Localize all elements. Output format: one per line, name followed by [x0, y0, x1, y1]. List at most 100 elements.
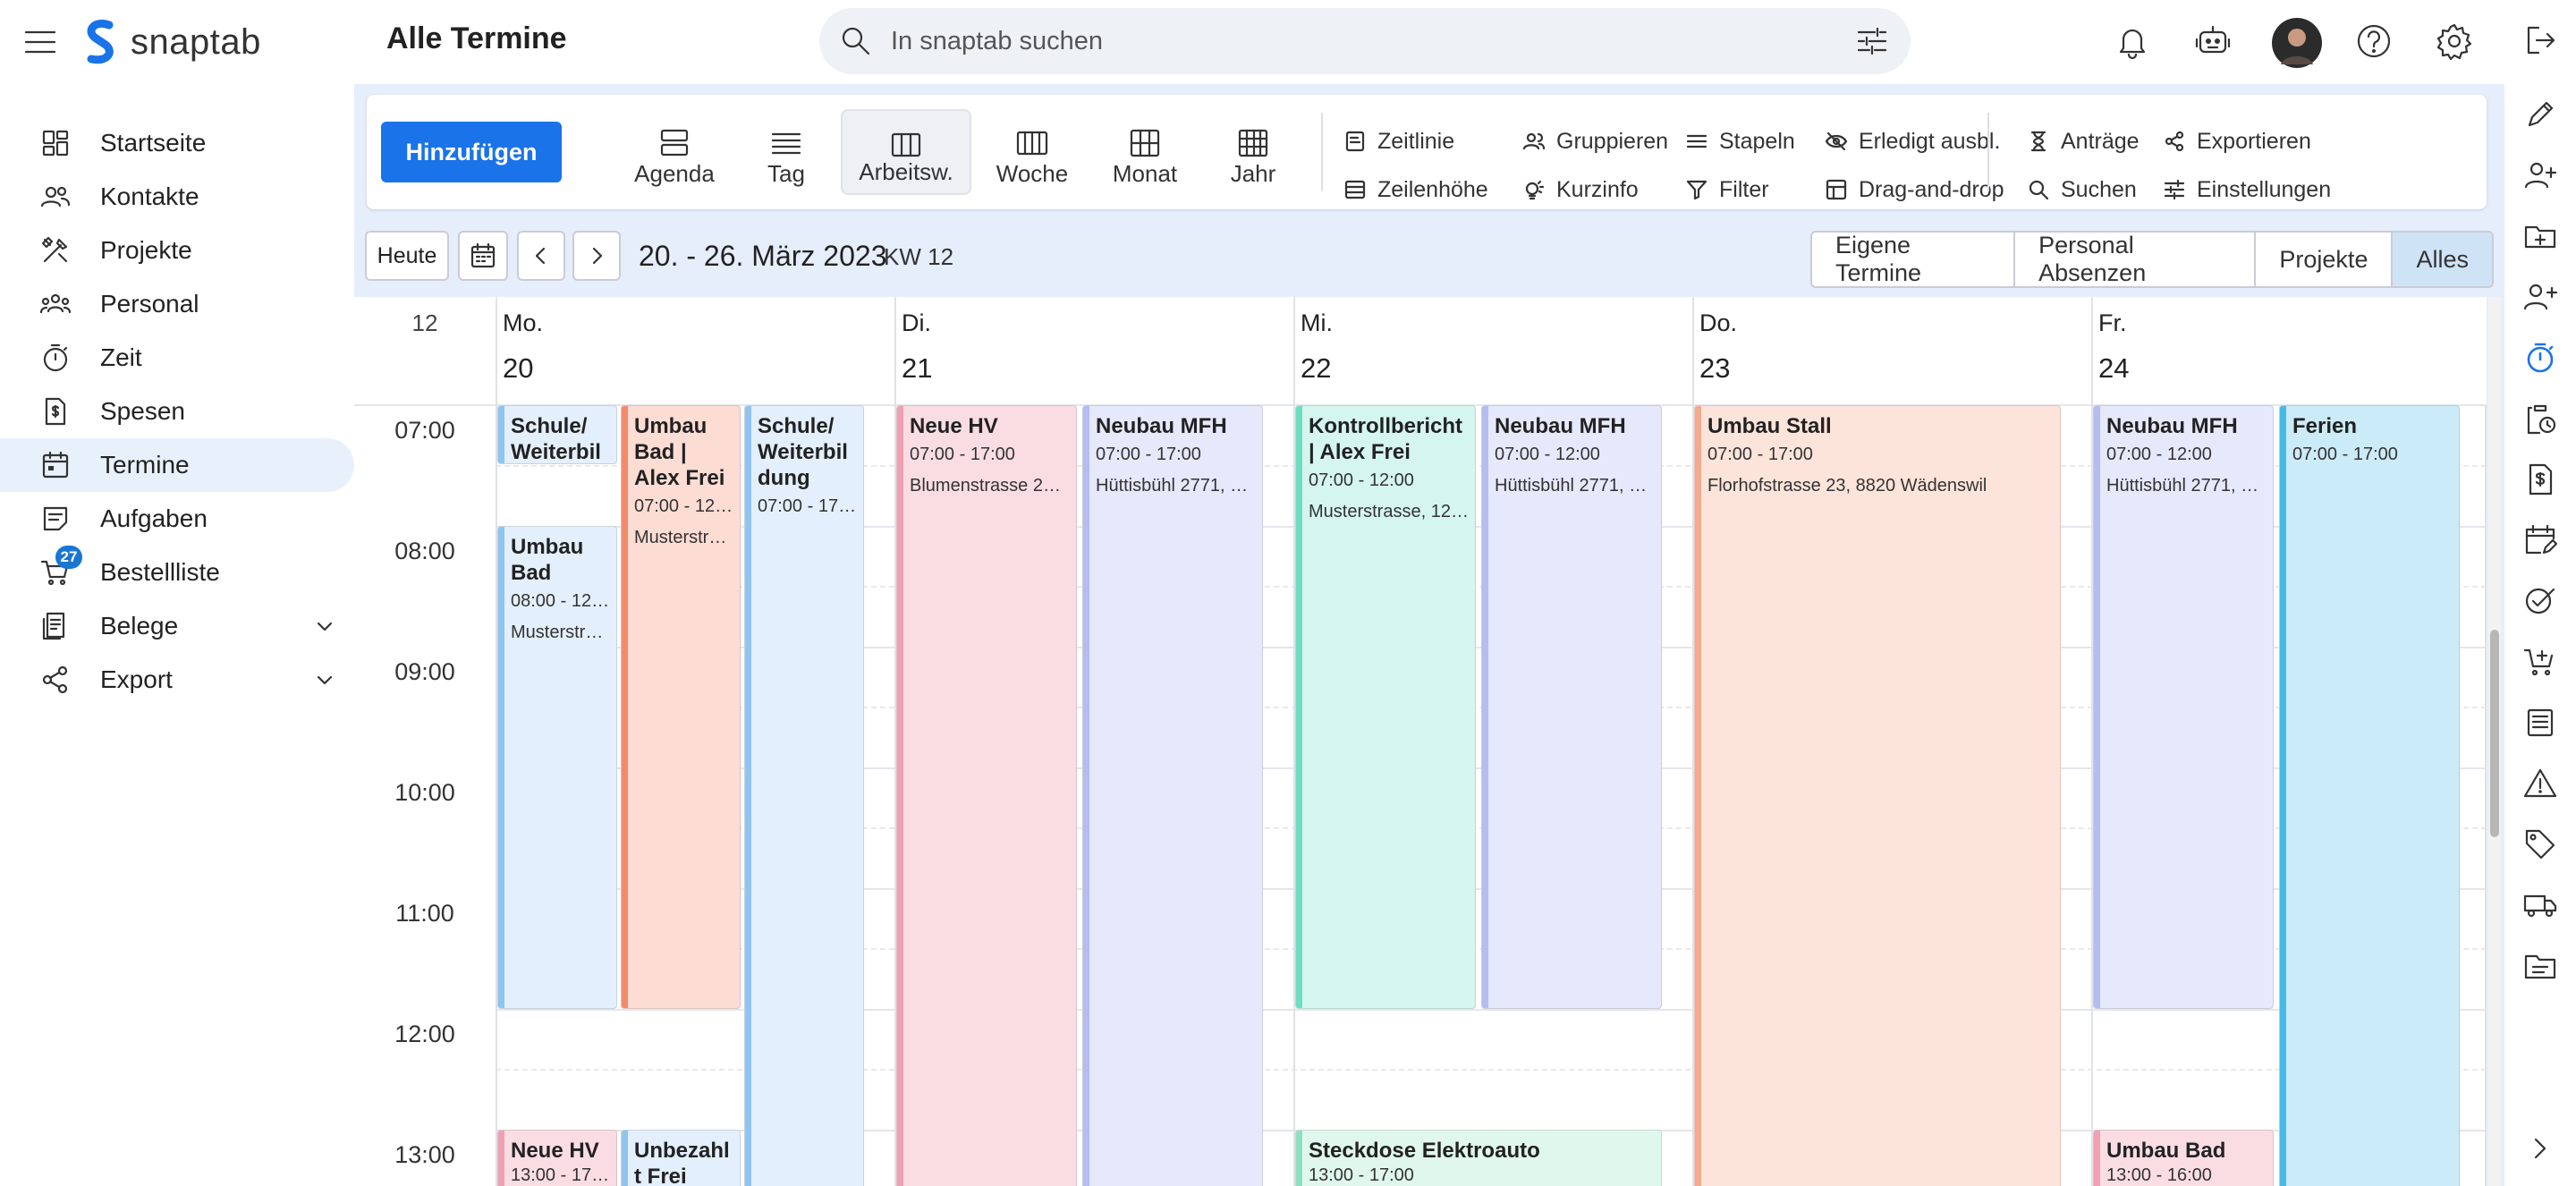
- filter-alles[interactable]: Alles: [2393, 233, 2492, 286]
- view-jahr[interactable]: Jahr: [1204, 109, 1302, 195]
- menu-icon[interactable]: [20, 21, 61, 63]
- chevron-down-icon[interactable]: [313, 615, 336, 639]
- day-header-wednesday[interactable]: Mi. 22: [1293, 297, 1692, 406]
- today-button[interactable]: Heute: [365, 231, 449, 281]
- event-card[interactable]: Neue HV 07:00 - 17:00 Blumenstrasse 2…: [896, 405, 1077, 1186]
- event-title: Umbau Bad: [511, 535, 584, 585]
- option-einstellungen[interactable]: Einstellungen: [2163, 174, 2331, 206]
- view-label: Agenda: [634, 160, 715, 187]
- view-label: Woche: [996, 160, 1069, 187]
- chevron-down-icon[interactable]: [313, 669, 336, 692]
- option-filter[interactable]: Filter: [1685, 174, 1769, 206]
- option-erledigt-ausblenden[interactable]: Erledigt ausbl.: [1825, 125, 2000, 157]
- option-stapeln[interactable]: Stapeln: [1685, 125, 1795, 157]
- option-zeilenhoehe[interactable]: Zeilenhöhe: [1343, 174, 1488, 206]
- event-card[interactable]: Umbau Bad 08:00 - 12:… Musterstr…: [497, 526, 617, 1009]
- option-gruppieren[interactable]: Gruppieren: [1522, 125, 1668, 157]
- date-picker-button[interactable]: [458, 231, 508, 281]
- add-cart-icon[interactable]: [2522, 644, 2558, 680]
- view-arbeitswoche[interactable]: Arbeitsw.: [841, 109, 971, 195]
- robot-icon[interactable]: [2191, 20, 2234, 63]
- receipt-icon[interactable]: [2522, 462, 2558, 497]
- avatar[interactable]: [2272, 18, 2322, 68]
- day-header-monday[interactable]: Mo. 20: [496, 297, 894, 406]
- sidebar-item-zeit[interactable]: Zeit: [0, 331, 354, 385]
- search-input[interactable]: [891, 8, 1785, 74]
- sidebar-item-startseite[interactable]: Startseite: [0, 116, 354, 170]
- sidebar-item-label: Termine: [100, 451, 190, 479]
- task-check-icon[interactable]: [2522, 583, 2558, 619]
- event-color-bar: [622, 1131, 628, 1186]
- prev-week-button[interactable]: [517, 231, 565, 281]
- chevron-right-icon[interactable]: [2522, 1131, 2558, 1166]
- view-agenda[interactable]: Agenda: [619, 109, 730, 195]
- event-card[interactable]: Neue HV 13:00 - 17:…: [497, 1130, 617, 1186]
- day-header-tuesday[interactable]: Di. 21: [894, 297, 1293, 406]
- option-drag-and-drop[interactable]: Drag-and-drop: [1825, 174, 2004, 206]
- sidebar-item-projekte[interactable]: Projekte: [0, 224, 354, 277]
- event-color-bar: [498, 406, 504, 463]
- warning-icon[interactable]: [2522, 766, 2558, 801]
- event-card[interactable]: Umbau Stall 07:00 - 17:00 Florhofstrasse…: [1694, 405, 2061, 1186]
- folder-list-icon[interactable]: [2522, 948, 2558, 984]
- sidebar-item-kontakte[interactable]: Kontakte: [0, 170, 354, 224]
- event-card[interactable]: Unbezahl t Frei: [621, 1130, 741, 1186]
- truck-icon[interactable]: [2522, 887, 2558, 923]
- event-title: Neue HV: [910, 414, 998, 438]
- view-woche[interactable]: Woche: [979, 109, 1086, 195]
- option-zeitlinie[interactable]: Zeitlinie: [1343, 125, 1454, 157]
- next-week-button[interactable]: [572, 231, 621, 281]
- event-color-bar: [1296, 406, 1302, 1008]
- event-card[interactable]: Neubau MFH 07:00 - 17:00 Hüttisbühl 2771…: [1082, 405, 1263, 1186]
- sidebar-item-belege[interactable]: Belege: [0, 599, 354, 653]
- event-card[interactable]: Umbau Bad 13:00 - 16:00: [2093, 1130, 2274, 1186]
- edit-icon[interactable]: [2522, 97, 2558, 132]
- filter-personal-absenzen[interactable]: Personal Absenzen: [2015, 233, 2257, 286]
- clipboard-time-icon[interactable]: [2522, 401, 2558, 436]
- event-card[interactable]: Neubau MFH 07:00 - 12:00 Hüttisbühl 2771…: [2093, 405, 2274, 1009]
- sidebar-item-label: Belege: [100, 612, 179, 640]
- app-logo[interactable]: snaptab: [82, 18, 261, 66]
- calendar-edit-icon[interactable]: [2522, 522, 2558, 558]
- event-card[interactable]: Umbau Bad | Alex Frei 07:00 - 12:… Muste…: [621, 405, 741, 1009]
- day-date: 23: [1699, 352, 1731, 384]
- option-kurzinfo[interactable]: Kurzinfo: [1522, 174, 1639, 206]
- option-antraege[interactable]: Anträge: [2027, 125, 2140, 157]
- option-exportieren[interactable]: Exportieren: [2163, 125, 2311, 157]
- day-header-friday[interactable]: Fr. 24: [2091, 297, 2487, 406]
- filter-eigene-termine[interactable]: Eigene Termine: [1812, 233, 2016, 286]
- tag-icon[interactable]: [2522, 826, 2558, 862]
- logout-icon[interactable]: [2522, 22, 2558, 58]
- sidebar-item-export[interactable]: Export: [0, 653, 354, 707]
- time-label: 08:00: [394, 538, 455, 564]
- notifications-icon[interactable]: [2111, 20, 2154, 63]
- event-card[interactable]: Kontrollbericht | Alex Frei 07:00 - 12:0…: [1295, 405, 1476, 1009]
- sidebar-item-spesen[interactable]: Spesen: [0, 385, 354, 438]
- add-group-icon[interactable]: [2522, 279, 2558, 315]
- event-card[interactable]: Neubau MFH 07:00 - 12:00 Hüttisbühl 2771…: [1481, 405, 1662, 1009]
- event-card[interactable]: Schule/ Weiterbil: [497, 405, 617, 464]
- view-monat[interactable]: Monat: [1091, 109, 1199, 195]
- view-tag[interactable]: Tag: [737, 109, 835, 195]
- app-name: snaptab: [131, 21, 261, 62]
- dashboard-icon: [42, 130, 69, 157]
- sidebar-item-termine[interactable]: Termine: [0, 438, 354, 492]
- calendar-scrollbar-thumb[interactable]: [2490, 630, 2499, 837]
- filter-projekte[interactable]: Projekte: [2256, 233, 2394, 286]
- sidebar-item-bestellliste[interactable]: 27 Bestellliste: [0, 546, 354, 599]
- tune-icon[interactable]: [1855, 24, 1889, 58]
- new-folder-icon[interactable]: [2522, 218, 2558, 254]
- event-card[interactable]: Ferien 07:00 - 17:00: [2279, 405, 2460, 1186]
- sidebar-item-aufgaben[interactable]: Aufgaben: [0, 492, 354, 546]
- option-suchen[interactable]: Suchen: [2027, 174, 2137, 206]
- timer-icon[interactable]: [2522, 340, 2558, 376]
- add-button[interactable]: Hinzufügen: [381, 122, 562, 182]
- help-icon[interactable]: [2352, 20, 2395, 63]
- event-card[interactable]: Schule/ Weiterbil dung 07:00 - 17:…: [744, 405, 864, 1186]
- sidebar-item-personal[interactable]: Personal: [0, 277, 354, 331]
- event-card[interactable]: Steckdose Elektroauto 13:00 - 17:00: [1295, 1130, 1662, 1186]
- list-document-icon[interactable]: [2522, 705, 2558, 741]
- settings-icon[interactable]: [2433, 20, 2476, 63]
- day-header-thursday[interactable]: Do. 23: [1692, 297, 2091, 406]
- add-person-icon[interactable]: [2522, 157, 2558, 193]
